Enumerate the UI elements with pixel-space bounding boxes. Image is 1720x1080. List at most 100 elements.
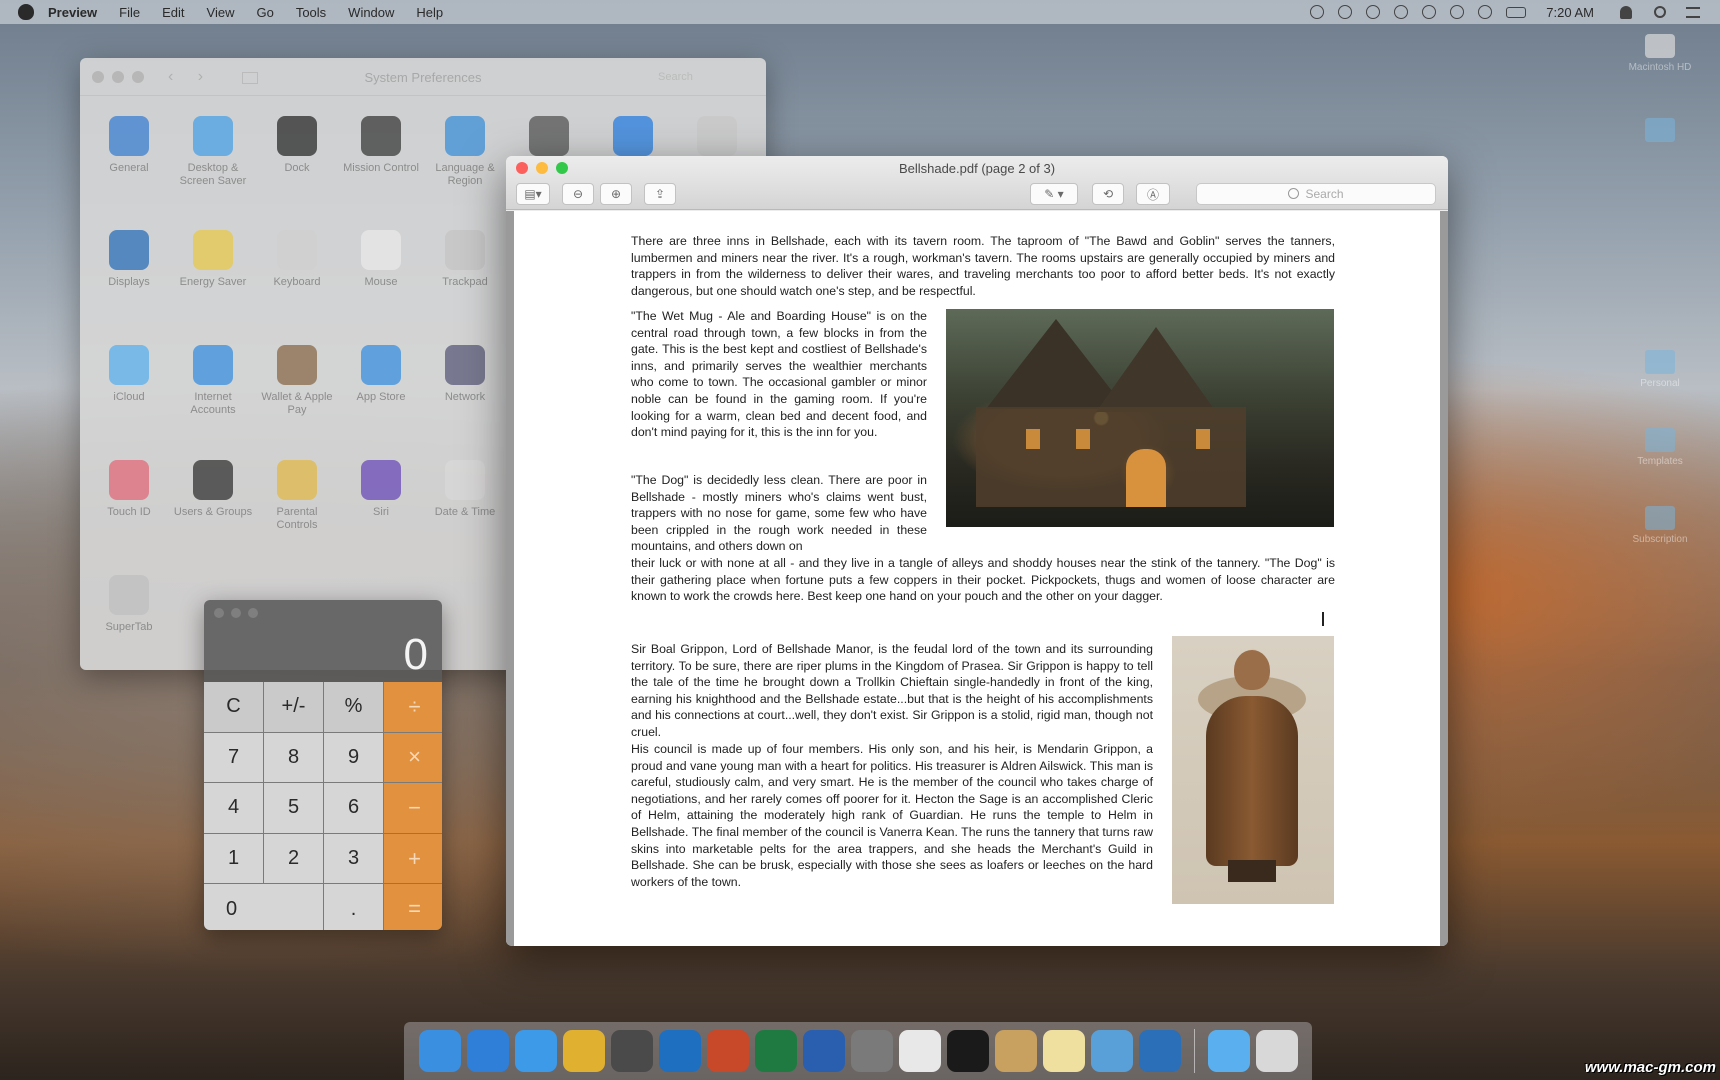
calc-key-9[interactable]: 5 [264,783,323,833]
pref-item-23[interactable]: SuperTab [88,575,170,634]
terminal-icon[interactable] [946,1030,989,1072]
zoom-in-button[interactable]: ⊕ [600,183,632,205]
pref-item-12[interactable]: Trackpad [424,230,506,289]
paragraph-grippon: Sir Boal Grippon, Lord of Bellshade Mano… [631,642,1153,739]
finder-icon[interactable] [418,1030,461,1072]
excel-icon[interactable] [754,1030,797,1072]
menu-file[interactable]: File [119,5,140,20]
status-volume-icon[interactable] [1478,5,1493,19]
pref-item-14[interactable]: Internet Accounts [172,345,254,417]
menu-window[interactable]: Window [348,5,394,20]
safari-icon[interactable] [514,1030,557,1072]
pref-item-1[interactable]: Desktop & Screen Saver [172,116,254,188]
zoom-out-button[interactable]: ⊖ [562,183,594,205]
calc-key-14[interactable]: 3 [324,833,383,884]
calc-key-3[interactable]: ÷ [384,682,442,732]
sublime-icon[interactable] [610,1030,653,1072]
status-time-machine-icon[interactable] [1394,5,1409,19]
pref-item-16[interactable]: App Store [340,345,422,404]
document-scroll-area[interactable]: There are three inns in Bellshade, each … [506,211,1448,946]
document-title[interactable]: Bellshade.pdf (page 2 of 3) [506,161,1448,176]
desktop-icon-subscription[interactable]: Subscription [1615,506,1705,545]
calc-key-6[interactable]: 9 [324,732,383,783]
chrome-icon[interactable] [562,1030,605,1072]
powerpoint-icon[interactable] [706,1030,749,1072]
spotlight-search-icon[interactable] [1654,6,1666,18]
menu-view[interactable]: View [207,5,235,20]
pref-item-2[interactable]: Dock [256,116,338,175]
pref-item-18[interactable]: Touch ID [88,460,170,519]
pref-item-17[interactable]: Network [424,345,506,404]
notes-icon[interactable] [1042,1030,1085,1072]
pref-item-4[interactable]: Language & Region [424,116,506,188]
markup-pen-button[interactable]: ✎ ▾ [1030,183,1078,205]
pref-label: SuperTab [105,621,153,633]
pref-item-15[interactable]: Wallet & Apple Pay [256,345,338,417]
status-sync-icon[interactable] [1338,5,1353,19]
textedit-icon[interactable] [898,1030,941,1072]
markup-toolbar-button[interactable]: Ⓐ [1136,183,1170,205]
pref-item-9[interactable]: Energy Saver [172,230,254,289]
calc-key-18[interactable]: = [384,884,442,930]
quicktime-icon[interactable] [1138,1030,1181,1072]
calc-key-10[interactable]: 6 [324,783,383,833]
preview-search-input[interactable]: Search [1196,183,1436,205]
notification-center-icon[interactable] [1686,6,1700,18]
rotate-button[interactable]: ⟲ [1092,183,1124,205]
calc-key-16[interactable]: 0 [204,884,323,930]
status-creative-cloud-icon[interactable] [1366,5,1381,19]
calc-key-2[interactable]: % [324,682,383,732]
apple-menu-icon[interactable] [18,4,34,20]
pref-item-8[interactable]: Displays [88,230,170,289]
word-icon[interactable] [802,1030,845,1072]
sidebar-toggle-button[interactable]: ▤▾ [516,183,550,205]
user-icon[interactable] [1620,5,1632,19]
photos-icon[interactable] [1090,1030,1133,1072]
desktop-icon-personal[interactable]: Personal [1615,350,1705,389]
calc-key-11[interactable]: − [384,783,442,833]
calc-key-0[interactable]: C [204,682,263,732]
zoom-icon[interactable] [248,608,258,618]
status-bluetooth-icon[interactable] [1422,5,1437,19]
calc-key-4[interactable]: 7 [204,732,263,783]
outlook-icon[interactable] [658,1030,701,1072]
pref-item-3[interactable]: Mission Control [340,116,422,175]
menu-go[interactable]: Go [256,5,273,20]
menu-tools[interactable]: Tools [296,5,326,20]
app-store-icon[interactable] [466,1030,509,1072]
pref-item-0[interactable]: General [88,116,170,175]
system-preferences-icon[interactable] [850,1030,893,1072]
desktop-icon-folder[interactable] [1615,118,1705,146]
calc-key-1[interactable]: +/- [264,682,323,732]
menu-help[interactable]: Help [416,5,443,20]
trash-icon[interactable] [1255,1030,1298,1072]
menu-app-name[interactable]: Preview [48,5,97,20]
pref-item-19[interactable]: Users & Groups [172,460,254,519]
menu-edit[interactable]: Edit [162,5,184,20]
share-button[interactable]: ⇪ [644,183,676,205]
pref-item-13[interactable]: iCloud [88,345,170,404]
status-battery-icon[interactable] [1506,6,1527,18]
desktop-icon-templates[interactable]: Templates [1615,428,1705,467]
pref-item-21[interactable]: Siri [340,460,422,519]
calc-key-8[interactable]: 4 [204,783,263,833]
preview-icon[interactable] [994,1030,1037,1072]
minimize-icon[interactable] [231,608,241,618]
menu-clock[interactable]: 7:20 AM [1546,5,1594,20]
calc-key-12[interactable]: 1 [204,833,263,884]
pref-item-10[interactable]: Keyboard [256,230,338,289]
close-icon[interactable] [214,608,224,618]
calc-key-5[interactable]: 8 [264,732,323,783]
calc-key-7[interactable]: × [384,732,442,783]
calc-key-15[interactable]: + [384,833,442,884]
pref-item-11[interactable]: Mouse [340,230,422,289]
pref-item-22[interactable]: Date & Time [424,460,506,519]
calc-key-17[interactable]: . [324,884,383,930]
calc-key-13[interactable]: 2 [264,833,323,884]
pref-item-20[interactable]: Parental Controls [256,460,338,532]
sysprefs-search-input[interactable]: Search [632,67,752,87]
status-record-icon[interactable] [1310,5,1325,19]
status-wifi-icon[interactable] [1450,5,1465,19]
downloads-folder-icon[interactable] [1207,1030,1250,1072]
desktop-icon-macintosh-hd[interactable]: Macintosh HD [1615,34,1705,73]
